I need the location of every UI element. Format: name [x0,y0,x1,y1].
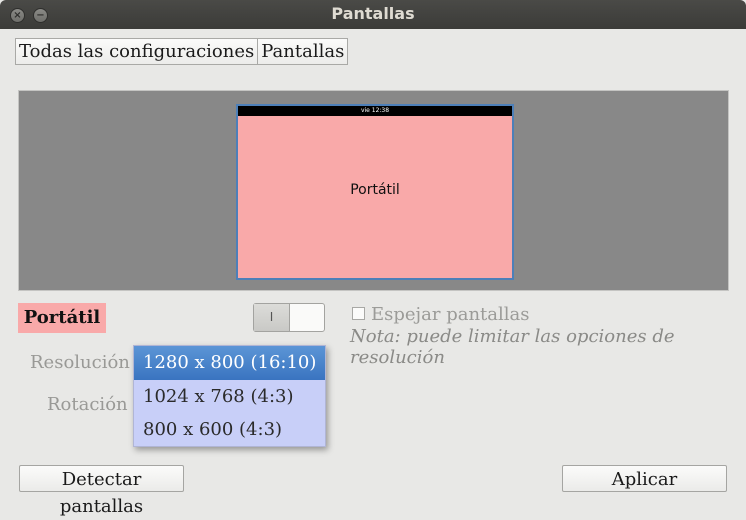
resolution-dropdown-menu: 1280 x 800 (16:10) 1024 x 768 (4:3) 800 … [133,345,326,447]
breadcrumb-displays[interactable]: Pantallas [258,38,349,65]
resolution-label: Resolución [30,352,130,373]
title-bar: × − Pantallas [0,0,746,29]
checkbox-icon [352,306,365,320]
display-arrangement-area: vie 12:38 Portátil [18,90,729,291]
breadcrumb: Todas las configuraciones Pantallas [15,38,349,65]
monitor-preview[interactable]: vie 12:38 Portátil [236,104,514,280]
window-title: Pantallas [331,4,415,23]
mirror-displays-checkbox[interactable]: Espejar pantallas [352,304,529,325]
resolution-option-1280x800[interactable]: 1280 x 800 (16:10) [134,346,325,380]
detect-displays-button[interactable]: Detectar pantallas [19,465,184,517]
breadcrumb-all-settings[interactable]: Todas las configuraciones [15,38,259,65]
monitor-label: Portátil [350,182,400,198]
switch-on-glyph: I [254,304,290,331]
mirror-label: Espejar pantallas [371,304,530,325]
rotation-label: Rotación [47,394,128,415]
display-name-label: Portátil [18,303,106,333]
apply-button[interactable]: Aplicar [562,465,727,492]
display-power-switch[interactable]: I [253,303,325,332]
monitor-topbar-clock: vie 12:38 [238,106,512,116]
resolution-note: Nota: puede limitar las opciones de reso… [350,326,675,368]
resolution-option-800x600[interactable]: 800 x 600 (4:3) [134,413,325,446]
resolution-option-1024x768[interactable]: 1024 x 768 (4:3) [134,380,325,413]
